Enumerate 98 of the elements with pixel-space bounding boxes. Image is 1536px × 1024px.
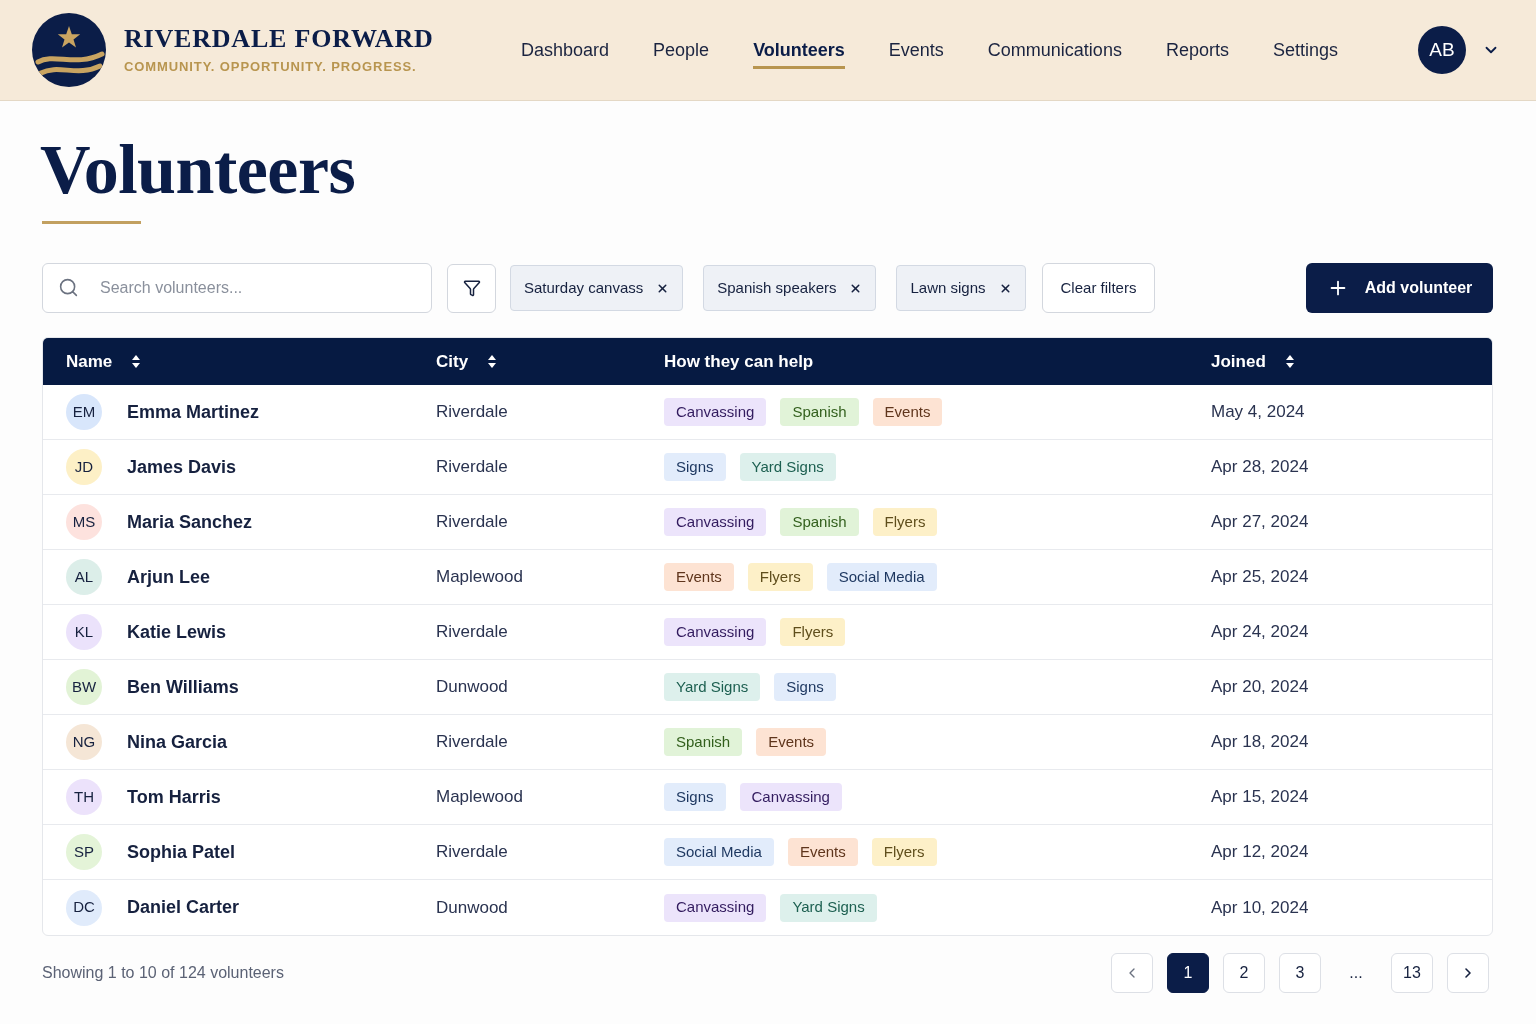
help-tag: Social Media	[664, 838, 774, 866]
avatar-initials: EM	[66, 394, 102, 430]
help-tag: Events	[756, 728, 827, 756]
help-tag: Signs	[664, 453, 726, 481]
city-text: Riverdale	[436, 841, 508, 864]
help-tag: Social Media	[826, 563, 937, 591]
avatar-initials: SP	[66, 834, 102, 870]
help-tag: Flyers	[747, 563, 813, 591]
avatar-initials: AL	[66, 559, 102, 595]
brand-title: RIVERDALE FORWARD	[124, 24, 434, 54]
help-tag: Signs	[774, 673, 836, 701]
column-label: City	[436, 350, 469, 373]
city-text: Dunwood	[436, 896, 508, 919]
add-volunteer-button[interactable]: Add volunteer	[1306, 263, 1493, 313]
help-tag: Canvassing	[664, 893, 767, 922]
page-button[interactable]: 2	[1223, 953, 1265, 993]
brand-tagline: COMMUNITY. OPPORTUNITY. PROGRESS.	[124, 58, 418, 76]
sort-icon[interactable]	[488, 355, 497, 368]
joined-date: Apr 12, 2024	[1211, 841, 1309, 864]
user-avatar[interactable]: AB	[1418, 26, 1466, 74]
volunteer-name[interactable]: James Davis	[127, 453, 237, 481]
volunteer-name[interactable]: Tom Harris	[127, 783, 221, 811]
volunteer-name[interactable]: Nina Garcia	[127, 728, 228, 756]
volunteer-name[interactable]: Katie Lewis	[127, 618, 227, 646]
joined-date: May 4, 2024	[1211, 401, 1305, 424]
help-tag: Events	[872, 398, 943, 426]
column-label: Name	[66, 350, 113, 373]
page-ellipsis: ...	[1348, 963, 1364, 983]
filter-chip[interactable]: Spanish speakers	[703, 265, 877, 311]
page-title: Volunteers	[40, 135, 356, 205]
joined-date: Apr 24, 2024	[1211, 621, 1309, 644]
city-text: Riverdale	[436, 456, 508, 479]
help-tag: Flyers	[780, 618, 846, 646]
volunteer-name[interactable]: Maria Sanchez	[127, 508, 253, 536]
volunteer-name[interactable]: Ben Williams	[127, 673, 239, 701]
volunteer-name[interactable]: Sophia Patel	[127, 838, 236, 866]
filter-chip[interactable]: Saturday canvass	[510, 265, 684, 311]
nav-tab[interactable]: Settings	[1272, 31, 1338, 69]
filter-button[interactable]	[447, 263, 496, 313]
help-tag: Flyers	[871, 838, 937, 866]
city-text: Dunwood	[436, 676, 508, 699]
avatar-initials: DC	[66, 889, 102, 926]
avatar-initials: BW	[66, 669, 102, 705]
joined-date: Apr 10, 2024	[1211, 896, 1309, 919]
column-label: How they can help	[664, 350, 814, 373]
star-wave-emblem-icon	[32, 13, 106, 87]
avatar-initials: TH	[66, 779, 102, 815]
filter-chip[interactable]: Lawn signs	[896, 265, 1026, 311]
help-tag: Signs	[664, 783, 726, 811]
funnel-icon	[462, 279, 481, 297]
city-text: Riverdale	[436, 731, 508, 754]
volunteer-name[interactable]: Daniel Carter	[127, 894, 240, 921]
nav-tab[interactable]: Dashboard	[521, 31, 610, 69]
help-tag: Canvassing	[664, 618, 767, 646]
joined-date: Apr 28, 2024	[1211, 456, 1309, 479]
help-tag: Spanish	[664, 728, 743, 756]
column-label: Joined	[1211, 350, 1266, 373]
volunteer-name[interactable]: Emma Martinez	[127, 398, 260, 426]
clear-filters-button[interactable]: Clear filters	[1041, 263, 1156, 313]
search-icon	[58, 277, 79, 298]
joined-date: Apr 15, 2024	[1211, 786, 1309, 809]
joined-date: Apr 20, 2024	[1211, 676, 1309, 699]
sort-icon[interactable]	[1285, 355, 1294, 368]
help-tag: Canvassing	[664, 508, 767, 536]
help-tag: Flyers	[872, 508, 938, 536]
nav-tab[interactable]: Events	[888, 31, 944, 69]
volunteer-name[interactable]: Arjun Lee	[127, 563, 210, 591]
city-text: Maplewood	[436, 786, 523, 809]
avatar-initials: MS	[66, 504, 102, 540]
city-text: Riverdale	[436, 401, 508, 424]
joined-date: Apr 18, 2024	[1211, 731, 1309, 754]
page-button[interactable]: 1	[1167, 953, 1209, 993]
joined-date: Apr 25, 2024	[1211, 566, 1309, 589]
joined-date: Apr 27, 2024	[1211, 511, 1309, 534]
nav-tab[interactable]: Communications	[987, 31, 1122, 69]
page-button[interactable]: 13	[1391, 953, 1433, 993]
nav-tab[interactable]: Reports	[1165, 31, 1229, 69]
nav-tab[interactable]: People	[653, 31, 710, 69]
help-tag: Canvassing	[739, 783, 842, 811]
help-tag: Events	[787, 838, 858, 866]
help-tag: Yard Signs	[780, 893, 877, 922]
help-tag: Events	[664, 563, 734, 591]
avatar-initials: KL	[66, 614, 102, 650]
search-field[interactable]: Search volunteers...	[42, 263, 432, 313]
help-tag: Yard Signs	[664, 673, 761, 701]
city-text: Riverdale	[436, 621, 508, 644]
help-tag: Spanish	[780, 508, 859, 536]
results-summary: Showing 1 to 10 of 124 volunteers	[42, 963, 284, 983]
help-tag: Canvassing	[664, 398, 767, 426]
city-text: Maplewood	[436, 566, 523, 589]
help-tag: Yard Signs	[739, 453, 836, 481]
sort-icon[interactable]	[132, 355, 141, 368]
avatar-initials: NG	[66, 724, 102, 760]
city-text: Riverdale	[436, 511, 508, 534]
nav-tab[interactable]: Volunteers	[753, 31, 845, 69]
avatar-initials: JD	[66, 449, 102, 485]
page-button[interactable]: 3	[1279, 953, 1321, 993]
help-tag: Spanish	[780, 398, 859, 426]
